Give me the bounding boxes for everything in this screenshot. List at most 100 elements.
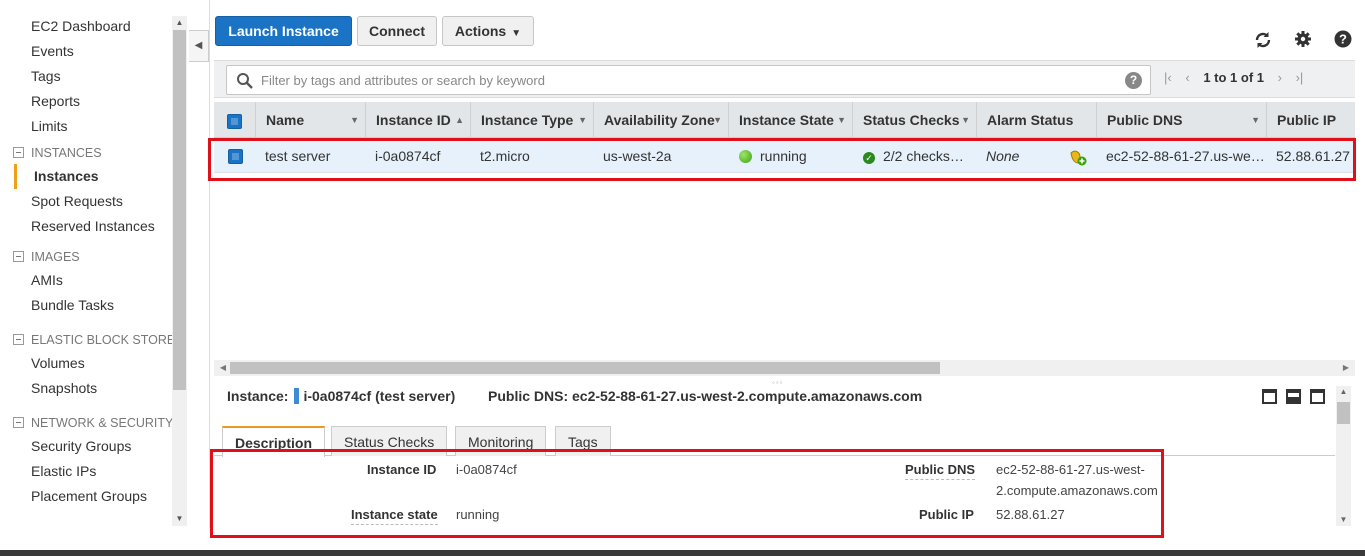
pane-resize-handle[interactable]: ◦◦◦ <box>772 378 784 387</box>
section-label: ELASTIC BLOCK STORE <box>31 333 176 347</box>
sidebar-item-reports[interactable]: Reports <box>0 89 172 114</box>
table-header: Name ▼ Instance ID ▲ Instance Type ▼ Availa… <box>214 102 1355 138</box>
select-all-checkbox[interactable] <box>227 114 242 129</box>
sort-down-icon: ▼ <box>713 115 722 125</box>
column-header-public-ip[interactable]: Public IP <box>1267 102 1355 138</box>
scroll-down-arrow-icon[interactable]: ▼ <box>1336 514 1351 526</box>
svg-text:?: ? <box>1339 32 1347 47</box>
pane-layout-top-icon[interactable] <box>1310 389 1325 404</box>
next-page-icon[interactable]: › <box>1278 70 1282 85</box>
detail-vertical-scrollbar[interactable]: ▲ ▼ <box>1336 386 1351 526</box>
highlight-box-details <box>210 449 1164 538</box>
scroll-left-arrow-icon[interactable]: ◀ <box>216 360 230 376</box>
scrollbar-thumb[interactable] <box>1337 402 1350 424</box>
color-bar <box>294 388 300 404</box>
column-header-availability-zone[interactable]: Availability Zone ▼ <box>594 102 729 138</box>
prev-page-icon[interactable]: ‹ <box>1185 70 1189 85</box>
chevron-left-icon: ◀ <box>194 40 203 51</box>
pane-layout-bottom-icon[interactable] <box>1262 389 1277 404</box>
search-help-icon[interactable]: ? <box>1125 72 1142 89</box>
section-label: NETWORK & SECURITY <box>31 416 174 430</box>
detail-public-dns: Public DNS: ec2-52-88-61-27.us-west-2.co… <box>488 388 922 404</box>
section-label: INSTANCES <box>31 146 102 160</box>
refresh-icon[interactable] <box>1253 30 1273 50</box>
scrollbar-thumb[interactable] <box>173 30 186 390</box>
sidebar-item-amis[interactable]: AMIs <box>0 268 172 293</box>
select-all-cell <box>214 102 256 138</box>
sidebar-item-elastic-ips[interactable]: Elastic IPs <box>0 459 172 484</box>
ec2-console: EC2 Dashboard Events Tags Reports Limits… <box>0 0 1365 556</box>
sidebar-item-spot-requests[interactable]: Spot Requests <box>0 189 172 214</box>
sidebar-item-limits[interactable]: Limits <box>0 114 172 139</box>
connect-button[interactable]: Connect <box>357 16 437 46</box>
sidebar-item-tags[interactable]: Tags <box>0 64 172 89</box>
detail-instance-value: i-0a0874cf (test server) <box>303 388 456 404</box>
column-label: Instance Type <box>481 112 574 128</box>
collapse-minus-icon <box>13 334 24 345</box>
column-header-name[interactable]: Name ▼ <box>256 102 366 138</box>
sidebar-scrollbar[interactable]: ▲ ▼ <box>172 16 187 526</box>
sidebar-item-ec2-dashboard[interactable]: EC2 Dashboard <box>0 14 172 39</box>
sort-down-icon: ▼ <box>837 115 846 125</box>
collapse-minus-icon <box>13 417 24 428</box>
scroll-right-arrow-icon[interactable]: ▶ <box>1339 360 1353 376</box>
detail-instance-title: Instance: i-0a0874cf (test server) <box>227 388 455 404</box>
column-header-alarm-status[interactable]: Alarm Status <box>977 102 1097 138</box>
actions-label: Actions <box>454 23 507 39</box>
collapse-minus-icon <box>13 251 24 262</box>
column-label: Instance State <box>739 112 834 128</box>
column-header-public-dns[interactable]: Public DNS ▼ <box>1097 102 1267 138</box>
sidebar-item-security-groups[interactable]: Security Groups <box>0 434 172 459</box>
detail-dns-label: Public DNS: <box>488 388 569 404</box>
column-header-instance-state[interactable]: Instance State ▼ <box>729 102 853 138</box>
sort-down-icon: ▼ <box>350 115 359 125</box>
column-label: Status Checks <box>863 112 960 128</box>
sidebar-section-instances[interactable]: INSTANCES <box>0 139 172 164</box>
sidebar-item-snapshots[interactable]: Snapshots <box>0 376 172 401</box>
sidebar-item-volumes[interactable]: Volumes <box>0 351 172 376</box>
table-horizontal-scrollbar[interactable]: ◀ ▶ <box>214 360 1355 376</box>
sidebar-item-reserved-instances[interactable]: Reserved Instances <box>0 214 172 239</box>
sort-down-icon: ▼ <box>961 115 970 125</box>
column-label: Alarm Status <box>987 112 1074 128</box>
filter-bar: ? |‹ ‹ 1 to 1 of 1 › ›| <box>214 60 1355 98</box>
gear-icon[interactable] <box>1293 30 1313 50</box>
pane-layout-half-icon[interactable] <box>1286 389 1301 404</box>
sort-up-icon: ▲ <box>455 115 464 125</box>
launch-instance-button[interactable]: Launch Instance <box>215 16 352 46</box>
help-circle-icon[interactable]: ? <box>1333 30 1353 50</box>
scroll-down-arrow-icon[interactable]: ▼ <box>172 512 187 526</box>
sidebar-list: EC2 Dashboard Events Tags Reports Limits… <box>0 14 176 509</box>
column-header-instance-type[interactable]: Instance Type ▼ <box>471 102 594 138</box>
sidebar-item-instances[interactable]: Instances <box>14 164 172 189</box>
scroll-up-arrow-icon[interactable]: ▲ <box>1336 386 1351 398</box>
sidebar-section-network[interactable]: NETWORK & SECURITY <box>0 409 174 434</box>
search-input[interactable] <box>261 70 1111 90</box>
first-page-icon[interactable]: |‹ <box>1164 70 1172 85</box>
last-page-icon[interactable]: ›| <box>1296 70 1304 85</box>
sort-down-icon: ▼ <box>578 115 587 125</box>
sidebar-item-bundle-tasks[interactable]: Bundle Tasks <box>0 293 172 318</box>
column-header-status-checks[interactable]: Status Checks ▼ <box>853 102 977 138</box>
collapse-minus-icon <box>13 147 24 158</box>
column-label: Public IP <box>1277 112 1337 128</box>
scroll-up-arrow-icon[interactable]: ▲ <box>172 16 187 30</box>
column-header-instance-id[interactable]: Instance ID ▲ <box>366 102 471 138</box>
sidebar-item-placement-groups[interactable]: Placement Groups <box>0 484 172 509</box>
column-label: Instance ID <box>376 112 451 128</box>
sidebar-section-ebs[interactable]: ELASTIC BLOCK STORE <box>0 326 176 351</box>
scrollbar-thumb[interactable] <box>230 362 940 374</box>
taskbar-edge <box>0 550 1365 556</box>
collapse-sidebar-button[interactable]: ◀ <box>189 30 209 62</box>
actions-dropdown-button[interactable]: Actions ▼ <box>442 16 534 46</box>
search-icon <box>236 72 254 90</box>
search-box: ? <box>226 65 1151 95</box>
column-label: Name <box>266 112 305 128</box>
column-label: Availability Zone <box>604 112 715 128</box>
sidebar-item-events[interactable]: Events <box>0 39 172 64</box>
section-label: IMAGES <box>31 250 80 264</box>
sidebar-section-images[interactable]: IMAGES <box>0 243 172 268</box>
column-label: Public DNS <box>1107 112 1183 128</box>
sidebar: EC2 Dashboard Events Tags Reports Limits… <box>0 0 188 528</box>
pagination: |‹ ‹ 1 to 1 of 1 › ›| <box>1164 70 1313 90</box>
